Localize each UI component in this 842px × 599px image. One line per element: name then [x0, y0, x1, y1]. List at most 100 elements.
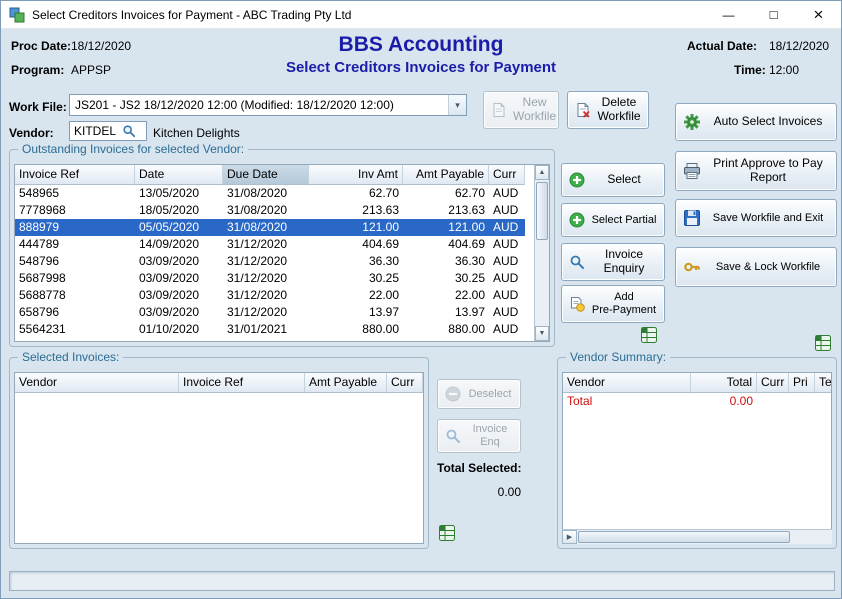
table-row[interactable]: 568799803/09/202031/12/202030.2530.25AUD — [15, 270, 525, 287]
title-bar[interactable]: Select Creditors Invoices for Payment - … — [1, 1, 841, 29]
column-header[interactable]: Curr — [489, 165, 525, 185]
table-row[interactable]: 65879603/09/202031/12/202013.9713.97AUD — [15, 304, 525, 321]
new-document-icon — [491, 102, 507, 118]
save-lock-workfile-button[interactable]: Save & Lock Workfile — [675, 247, 837, 287]
vendor-code-input[interactable] — [70, 124, 122, 138]
table-row[interactable]: 568877803/09/202031/12/202022.0022.00AUD — [15, 287, 525, 304]
delete-workfile-label: Delete Workfile — [597, 96, 641, 124]
vendor-summary-group: Vendor Summary: VendorTotalCurrPriTe Tot… — [557, 357, 837, 549]
column-header[interactable]: Date — [135, 165, 223, 185]
column-header[interactable]: Curr — [757, 373, 789, 393]
table-row[interactable]: Total0.00 — [563, 393, 832, 410]
selected-invoices-table: VendorInvoice RefAmt PayableCurr — [15, 373, 423, 393]
select-label: Select — [591, 173, 657, 187]
vendor-search-icon[interactable] — [122, 124, 136, 138]
select-partial-label: Select Partial — [591, 214, 657, 227]
column-header[interactable]: Amt Payable — [305, 373, 387, 393]
invoice-enquiry-button[interactable]: Invoice Enquiry — [561, 243, 665, 281]
excel-icon — [814, 334, 832, 352]
delete-document-icon — [575, 102, 591, 118]
column-header[interactable]: Pri — [789, 373, 815, 393]
column-header[interactable]: Invoice Ref — [15, 165, 135, 185]
column-header[interactable]: Invoice Ref — [179, 373, 305, 393]
table-row[interactable]: 54879603/09/202031/12/202036.3036.30AUD — [15, 253, 525, 270]
scroll-up-icon[interactable]: ▲ — [535, 165, 549, 180]
export-excel-button[interactable] — [437, 523, 457, 543]
close-button-icon[interactable]: × — [796, 1, 841, 28]
actual-date-value: 18/12/2020 — [769, 39, 829, 53]
vendor-code-field — [69, 121, 147, 141]
print-approve-button[interactable]: Print Approve to Pay Report — [675, 151, 837, 191]
delete-workfile-button[interactable]: Delete Workfile — [567, 91, 649, 129]
column-header[interactable]: Curr — [387, 373, 423, 393]
column-header[interactable]: Due Date — [223, 165, 309, 185]
vendor-label: Vendor: — [9, 126, 54, 140]
save-workfile-exit-label: Save Workfile and Exit — [707, 212, 829, 225]
vertical-scrollbar[interactable]: ▲ ▼ — [534, 165, 549, 341]
table-row[interactable]: 88897905/05/202031/08/2020121.00121.00AU… — [15, 219, 525, 236]
table-row[interactable]: 54896513/05/202031/08/202062.7062.70AUD — [15, 185, 525, 202]
deselect-button[interactable]: Deselect — [437, 379, 521, 409]
scroll-down-icon[interactable]: ▼ — [535, 326, 549, 341]
page-title: Select Creditors Invoices for Payment — [1, 59, 841, 76]
workfile-combobox[interactable]: JS201 - JS2 18/12/2020 12:00 (Modified: … — [69, 94, 467, 116]
column-header[interactable]: Inv Amt — [309, 165, 403, 185]
auto-select-invoices-button[interactable]: Auto Select Invoices — [675, 103, 837, 141]
selected-invoices-group-label: Selected Invoices: — [18, 350, 123, 364]
column-header[interactable]: Te — [815, 373, 832, 393]
invoice-enq-label: Invoice Enq — [467, 423, 513, 448]
outstanding-header-row: Invoice RefDateDue DateInv AmtAmt Payabl… — [15, 165, 525, 185]
table-row[interactable]: 44478914/09/202031/12/2020404.69404.69AU… — [15, 236, 525, 253]
table-row[interactable]: 77780827/10/202031/01/20218.808.80AUD — [15, 338, 525, 342]
app-icon — [9, 7, 25, 23]
combo-dropdown-icon[interactable]: ▾ — [448, 95, 466, 115]
add-prepayment-button[interactable]: Add Pre-Payment — [561, 285, 665, 323]
export-excel-button[interactable] — [639, 325, 659, 345]
scrollbar-thumb[interactable] — [578, 531, 790, 543]
minimize-button-icon[interactable]: — — [706, 1, 751, 28]
column-header[interactable]: Total — [691, 373, 757, 393]
vendor-name-value: Kitchen Delights — [153, 126, 240, 140]
maximize-button-icon[interactable]: □ — [751, 1, 796, 28]
excel-icon — [438, 524, 456, 542]
prepayment-icon — [569, 296, 585, 312]
selected-invoices-header-row: VendorInvoice RefAmt PayableCurr — [15, 373, 423, 393]
invoice-enquiry-label: Invoice Enquiry — [591, 248, 657, 276]
column-header[interactable]: Vendor — [15, 373, 179, 393]
outstanding-invoices-group: Outstanding Invoices for selected Vendor… — [9, 149, 555, 347]
total-selected-value: 0.00 — [437, 485, 521, 499]
column-header[interactable]: Vendor — [563, 373, 691, 393]
table-row[interactable]: 777896818/05/202031/08/2020213.63213.63A… — [15, 202, 525, 219]
plus-circle-icon — [569, 172, 585, 188]
horizontal-scrollbar[interactable]: ◀ ▶ — [562, 529, 832, 544]
outstanding-invoices-table: Invoice RefDateDue DateInv AmtAmt Payabl… — [15, 165, 525, 342]
table-row[interactable]: 556423101/10/202031/01/2021880.00880.00A… — [15, 321, 525, 338]
save-workfile-exit-button[interactable]: Save Workfile and Exit — [675, 199, 837, 237]
vendor-summary-header-row: VendorTotalCurrPriTe — [563, 373, 832, 393]
select-partial-button[interactable]: Select Partial — [561, 203, 665, 237]
vendor-summary-body: Total0.00 — [563, 393, 832, 410]
outstanding-group-label: Outstanding Invoices for selected Vendor… — [18, 142, 248, 156]
minus-circle-icon — [445, 386, 461, 402]
scroll-right-icon[interactable]: ▶ — [562, 530, 577, 544]
column-header[interactable]: Amt Payable — [403, 165, 489, 185]
time-label: Time: — [734, 63, 766, 77]
export-excel-button[interactable] — [813, 333, 833, 353]
key-icon — [683, 258, 701, 276]
scrollbar-thumb[interactable] — [536, 182, 548, 240]
vendor-summary-group-label: Vendor Summary: — [566, 350, 670, 364]
excel-icon — [640, 326, 658, 344]
save-lock-workfile-label: Save & Lock Workfile — [707, 261, 829, 274]
new-workfile-button[interactable]: New Workfile — [483, 91, 559, 129]
invoice-enq-button[interactable]: Invoice Enq — [437, 419, 521, 453]
select-button[interactable]: Select — [561, 163, 665, 197]
auto-select-invoices-label: Auto Select Invoices — [707, 115, 829, 129]
window-title: Select Creditors Invoices for Payment - … — [32, 8, 706, 22]
magnifier-icon — [569, 254, 585, 270]
selected-invoices-table-area: VendorInvoice RefAmt PayableCurr — [14, 372, 424, 544]
printer-icon — [683, 162, 701, 180]
new-workfile-label: New Workfile — [513, 96, 556, 124]
workfile-selected-value: JS201 - JS2 18/12/2020 12:00 (Modified: … — [70, 98, 448, 112]
add-prepayment-label: Add Pre-Payment — [591, 291, 657, 316]
selected-invoices-group: Selected Invoices: VendorInvoice RefAmt … — [9, 357, 429, 549]
